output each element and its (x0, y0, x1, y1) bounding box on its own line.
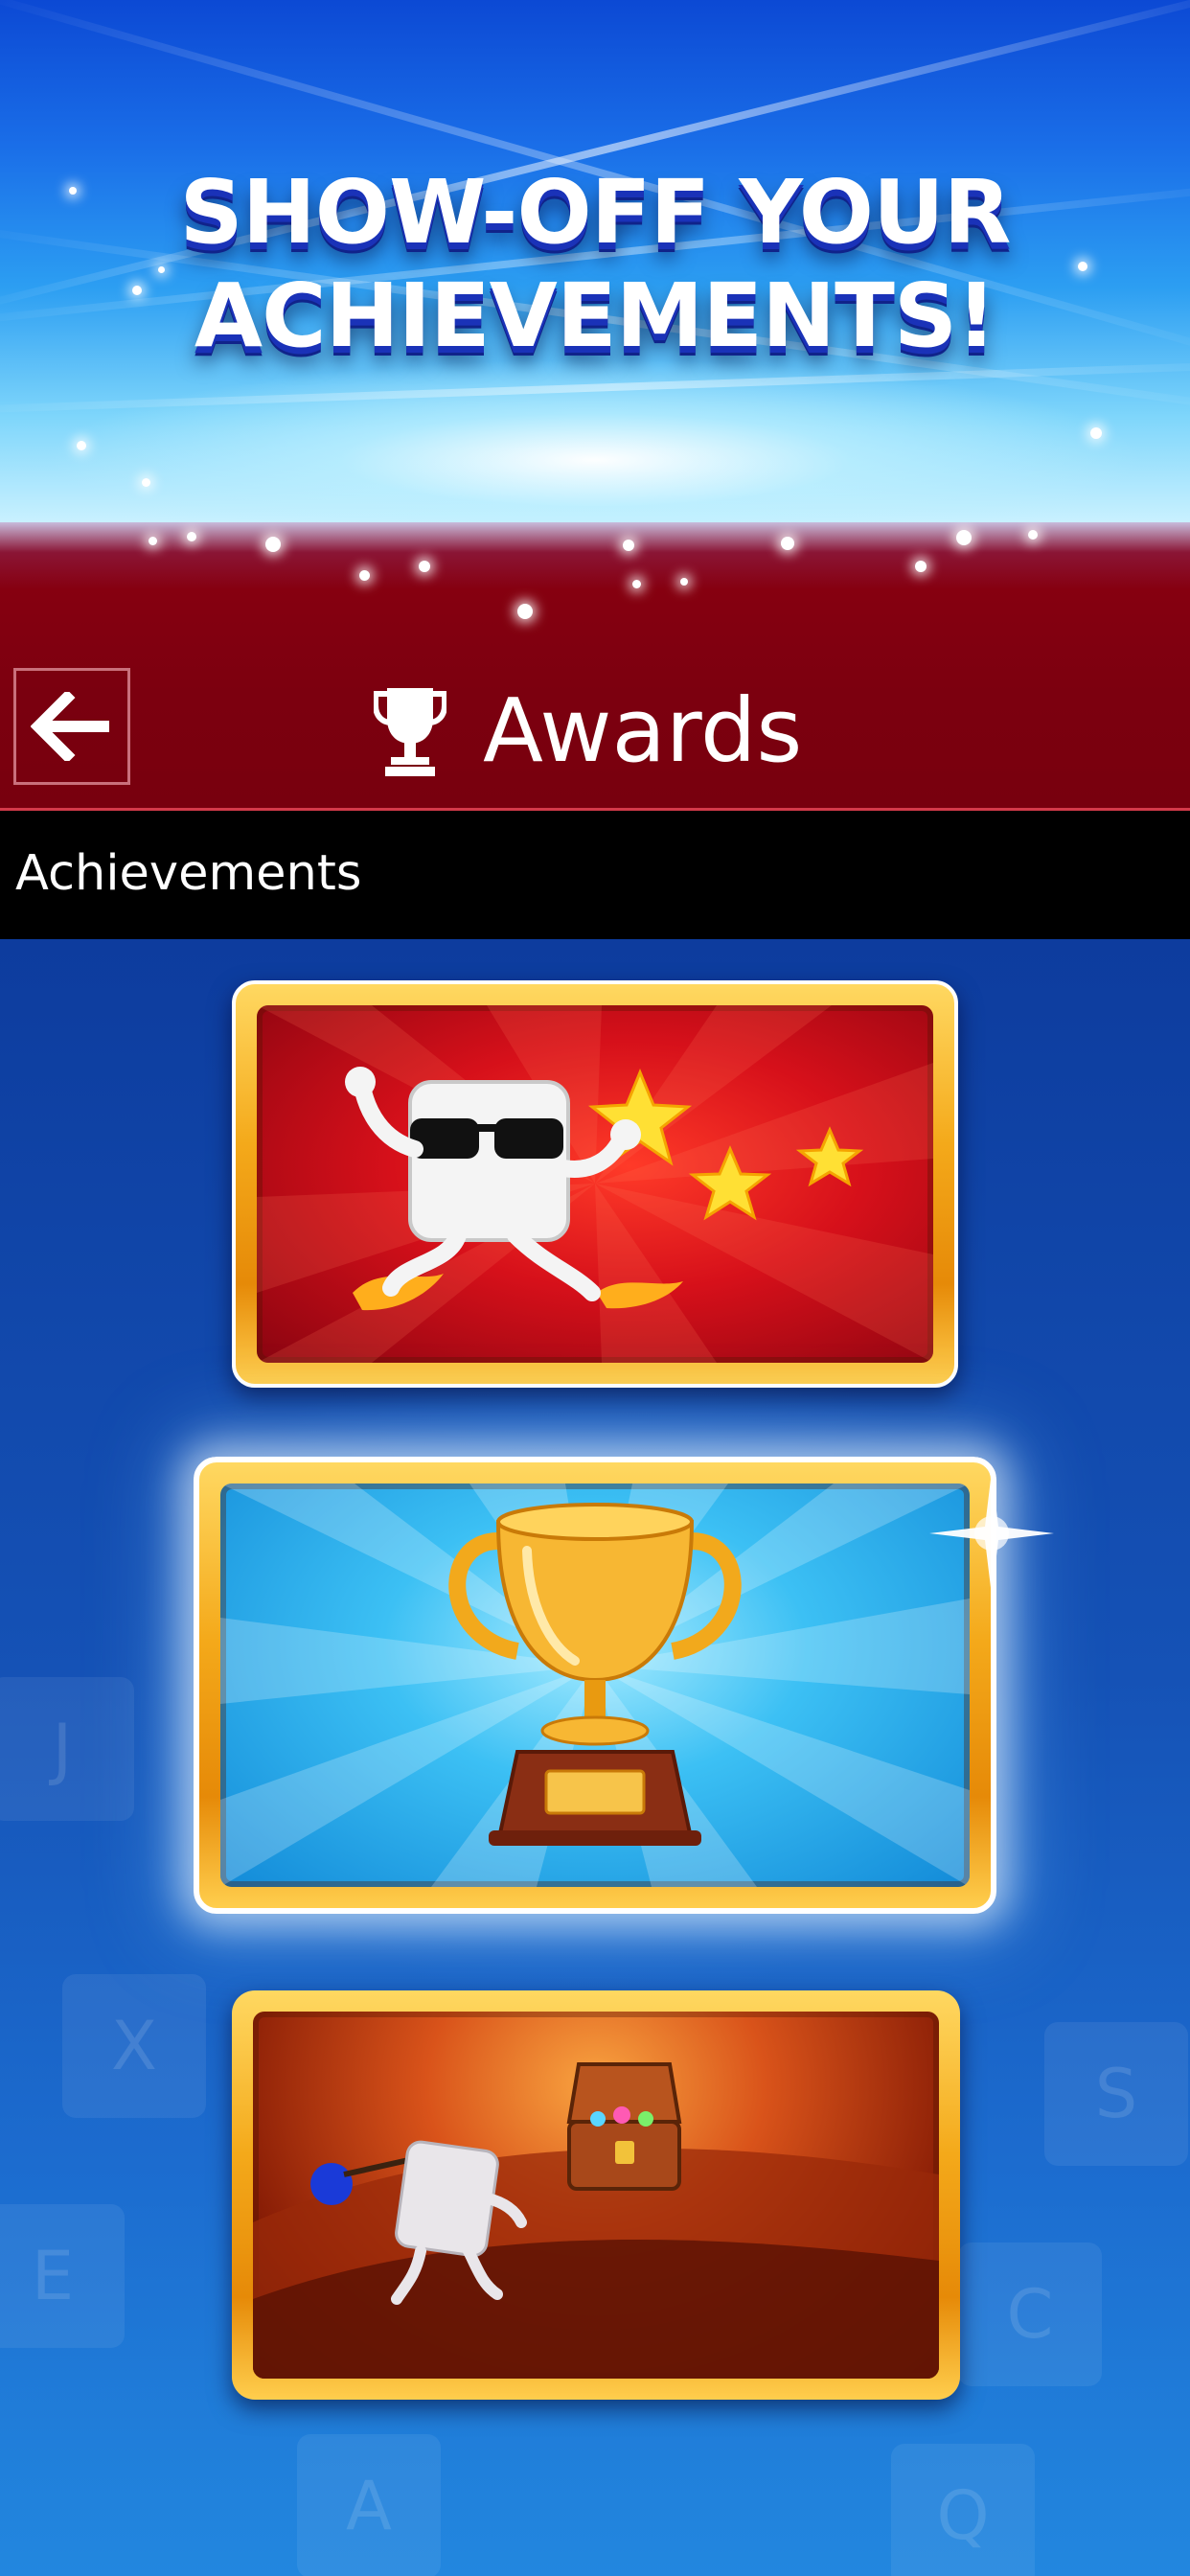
background-tile: E (0, 2204, 125, 2348)
background-tile: S (1044, 2022, 1188, 2166)
running-tile-illustration (345, 1067, 864, 1311)
section-header: Achievements (0, 811, 1190, 939)
promo-headline: SHOW-OFF YOUR ACHIEVEMENTS! (0, 161, 1190, 368)
trophy-achievement-card[interactable] (194, 1457, 996, 1914)
golden-trophy-illustration (448, 1503, 742, 1846)
card-artwork (220, 1484, 970, 1887)
page-title-group: Awards (374, 678, 802, 783)
background-tile: A (297, 2434, 441, 2576)
page-title: Awards (483, 678, 803, 782)
background-tile: C (958, 2242, 1102, 2386)
arrow-left-icon (31, 692, 109, 761)
background-tile: Q (891, 2444, 1035, 2576)
section-title: Achievements (15, 845, 362, 902)
hero-banner: SHOW-OFF YOUR ACHIEVEMENTS! (0, 0, 1190, 522)
headline-line-1: SHOW-OFF YOUR (179, 161, 1011, 264)
speed-achievement-card[interactable] (232, 980, 958, 1388)
title-bar: Awards (0, 656, 1190, 810)
back-button[interactable] (13, 668, 130, 785)
treasure-journey-illustration (253, 2062, 939, 2379)
background-tile: X (62, 1974, 206, 2118)
headline-line-2: ACHIEVEMENTS! (194, 264, 996, 367)
background-tile: J (0, 1677, 134, 1821)
card-artwork (257, 1005, 933, 1363)
trophy-icon (374, 688, 446, 776)
card-artwork (253, 2012, 939, 2379)
sparkle-glint-icon (929, 1471, 1054, 1596)
treasure-achievement-card[interactable] (232, 1990, 960, 2400)
